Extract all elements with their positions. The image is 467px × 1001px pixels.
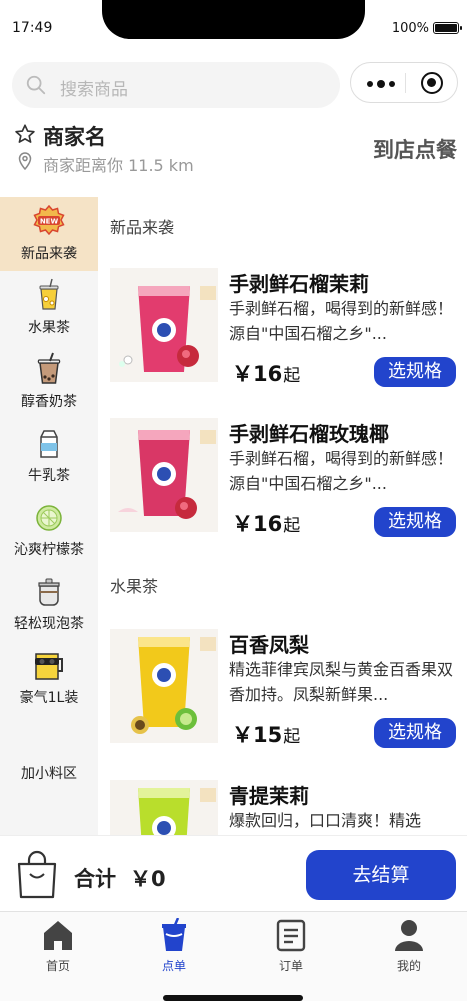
- status-time: 17:49: [12, 20, 53, 36]
- sidebar-item-lemon-tea[interactable]: 沁爽柠檬茶: [0, 493, 98, 567]
- tab-label: 首页: [45, 959, 70, 973]
- battery-percent: 100%: [391, 21, 429, 36]
- price-unit: 起: [283, 516, 301, 536]
- sidebar-item-1l[interactable]: 豪气1L装: [0, 641, 98, 715]
- price-value: 16: [253, 362, 283, 386]
- select-spec-button[interactable]: 选规格: [374, 507, 456, 537]
- product-description: 爆款回归，口口清爽！精选: [229, 811, 422, 830]
- sidebar-item-label: 新品来袭: [21, 246, 77, 262]
- home-indicator: [163, 995, 303, 1001]
- search-icon: [26, 75, 46, 95]
- category-sidebar: NEW 新品来袭 水果茶 醇香奶茶 牛乳茶 沁爽柠檬茶 轻松现泡茶 豪气1L装 …: [0, 197, 98, 835]
- tab-bar: 首页 点单 订单 我的: [0, 911, 467, 1001]
- checkout-button[interactable]: 去结算: [306, 850, 456, 900]
- sidebar-item-label: 水果茶: [28, 320, 70, 336]
- dine-in-button[interactable]: 到店点餐: [373, 134, 457, 164]
- sidebar-item-label: 轻松现泡茶: [14, 616, 84, 632]
- price-unit: 起: [283, 727, 301, 747]
- status-bar: 17:49 100%: [0, 0, 467, 44]
- product-description: 精选菲律宾凤梨与黄金百香果双香加持。凤梨新鲜果...: [229, 660, 454, 704]
- sidebar-item-milk[interactable]: 牛乳茶: [0, 419, 98, 493]
- product-description: 手剥鲜石榴，喝得到的新鲜感！源自"中国石榴之乡"...: [229, 449, 454, 493]
- big-cup-icon: [35, 653, 63, 680]
- sidebar-item-label: 醇香奶茶: [21, 394, 77, 410]
- price-value: 15: [253, 723, 283, 747]
- tab-label: 订单: [278, 959, 303, 973]
- sidebar-item-label: 豪气1L装: [19, 690, 79, 706]
- home-icon: [44, 921, 72, 950]
- section-title-new: 新品来袭: [110, 218, 175, 237]
- tab-orders[interactable]: 订单: [233, 912, 349, 982]
- product-card[interactable]: 手剥鲜石榴茉莉 手剥鲜石榴，喝得到的新鲜感！源自"中国石榴之乡"... ￥16起…: [110, 268, 460, 388]
- sidebar-item-brew-tea[interactable]: 轻松现泡茶: [0, 567, 98, 641]
- sidebar-item-milk-tea[interactable]: 醇香奶茶: [0, 345, 98, 419]
- product-price: ￥16起: [232, 508, 300, 538]
- sidebar-item-toppings[interactable]: 加小料区: [0, 763, 98, 783]
- user-icon: [395, 920, 423, 951]
- merchant-name: 商家名: [43, 125, 106, 149]
- sidebar-item-fruit-tea[interactable]: 水果茶: [0, 271, 98, 345]
- product-card[interactable]: 手剥鲜石榴玫瑰椰 手剥鲜石榴，喝得到的新鲜感！源自"中国石榴之乡"... ￥16…: [110, 418, 460, 538]
- shopping-bag-icon[interactable]: [16, 850, 58, 900]
- lemon-icon: [36, 505, 62, 531]
- product-card[interactable]: 百香凤梨 精选菲律宾凤梨与黄金百香果双香加持。凤梨新鲜果... ￥15起 选规格: [110, 629, 460, 749]
- product-image: [110, 418, 218, 532]
- miniapp-capsule: [350, 62, 458, 103]
- sidebar-item-new[interactable]: NEW 新品来袭: [0, 197, 98, 271]
- tab-label: 点单: [161, 959, 186, 973]
- order-cup-icon: [162, 918, 186, 951]
- more-menu-icon[interactable]: [367, 80, 397, 88]
- product-name: 手剥鲜石榴茉莉: [229, 272, 369, 296]
- search-input[interactable]: 搜索商品: [60, 75, 128, 100]
- product-name: 手剥鲜石榴玫瑰椰: [229, 422, 389, 446]
- product-name: 青提茉莉: [229, 784, 309, 808]
- sidebar-item-label: 牛乳茶: [28, 468, 70, 484]
- tab-order[interactable]: 点单: [116, 912, 232, 982]
- tab-home[interactable]: 首页: [0, 912, 116, 982]
- location-pin-icon: [18, 152, 32, 170]
- cart-bar: 合计 ￥0 去结算: [0, 835, 467, 911]
- currency-symbol: ￥: [232, 723, 253, 747]
- search-bar[interactable]: 搜索商品: [12, 62, 340, 108]
- sidebar-item-label: 沁爽柠檬茶: [14, 542, 84, 558]
- product-price: ￥16起: [232, 358, 300, 388]
- milk-tea-icon: [37, 352, 61, 384]
- product-image: [110, 268, 218, 382]
- tab-label: 我的: [396, 959, 421, 973]
- device-notch: [102, 0, 365, 39]
- tab-me[interactable]: 我的: [351, 912, 467, 982]
- currency-symbol: ￥: [232, 362, 253, 386]
- fruit-tea-icon: [39, 278, 59, 310]
- total-amount: ￥0: [130, 867, 166, 891]
- select-spec-button[interactable]: 选规格: [374, 357, 456, 387]
- battery-icon: [433, 22, 462, 34]
- total-label: 合计: [74, 867, 116, 891]
- section-title-fruit-tea: 水果茶: [110, 577, 159, 596]
- select-spec-button[interactable]: 选规格: [374, 718, 456, 748]
- new-badge-icon: NEW: [33, 204, 65, 236]
- product-name: 百香凤梨: [229, 633, 309, 657]
- product-card[interactable]: 青提茉莉 爆款回归，口口清爽！精选: [110, 780, 460, 835]
- star-icon[interactable]: [14, 123, 36, 145]
- close-miniapp-icon[interactable]: [421, 72, 443, 94]
- product-image: [110, 629, 218, 743]
- product-image: [110, 780, 218, 835]
- capsule-divider: [405, 73, 406, 93]
- merchant-distance: 商家距离你 11.5 km: [43, 156, 194, 175]
- receipt-icon: [276, 919, 306, 952]
- teapot-icon: [38, 578, 60, 606]
- product-price: ￥15起: [232, 719, 300, 749]
- currency-symbol: ￥: [232, 512, 253, 536]
- svg-text:NEW: NEW: [40, 218, 59, 226]
- price-unit: 起: [283, 366, 301, 386]
- price-value: 16: [253, 512, 283, 536]
- product-description: 手剥鲜石榴，喝得到的新鲜感！源自"中国石榴之乡"...: [229, 299, 454, 343]
- milk-carton-icon: [40, 430, 58, 458]
